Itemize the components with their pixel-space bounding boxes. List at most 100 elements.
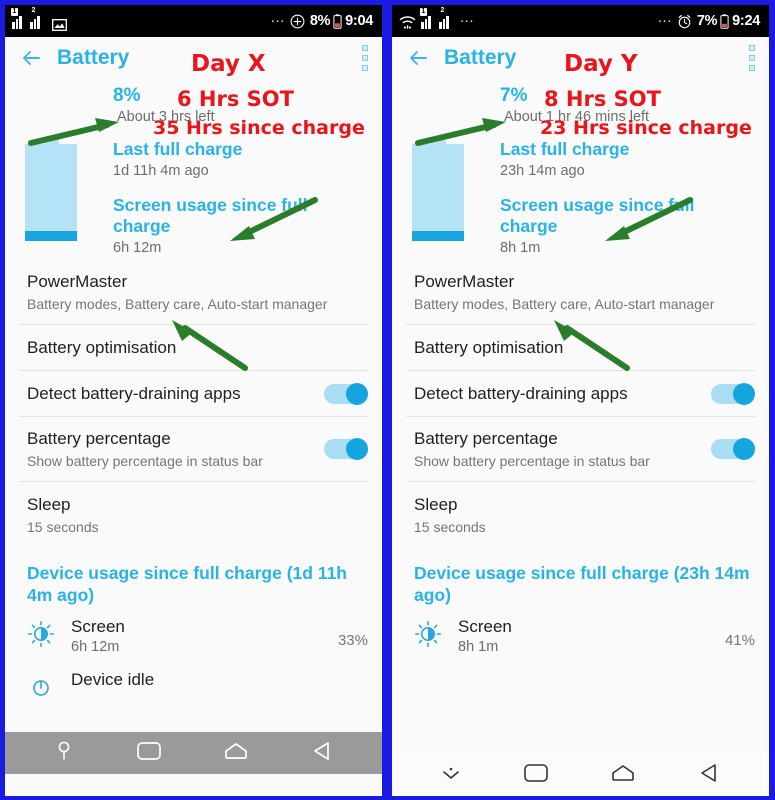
annotation-day: Day X (191, 51, 266, 77)
screen-usage-value: 8h 1m (500, 240, 541, 256)
toggle-detect-battery-draining-apps[interactable] (711, 382, 755, 405)
annotation-since-charge: 23 Hrs since charge (540, 117, 752, 139)
last-full-charge-value: 23h 14m ago (500, 163, 585, 179)
more-dots-icon: ... (460, 9, 475, 26)
usage-name: Screen (71, 617, 125, 636)
usage-time: 6h 12m (71, 639, 120, 655)
device-idle-icon (27, 669, 57, 706)
phone-panel-left: 1 2 ... 8% 9:04 Battery Day X 6 Hrs SOT … (0, 0, 387, 800)
more-dots-icon: ... (657, 9, 672, 26)
settings-row-battery-optimisation[interactable]: Battery optimisation (19, 324, 368, 370)
row-title: PowerMaster (27, 272, 128, 291)
page-title: Battery (57, 46, 130, 69)
settings-row-sleep[interactable]: Sleep 15 seconds (406, 481, 755, 546)
back-icon[interactable] (310, 740, 334, 767)
more-dots-icon: ... (270, 9, 285, 26)
overflow-menu-icon[interactable] (749, 45, 755, 71)
usage-item-device-idle[interactable]: Device idle (5, 659, 382, 710)
row-subtitle: 15 seconds (414, 519, 486, 535)
settings-list: PowerMaster Battery modes, Battery care,… (392, 260, 769, 546)
recents-icon[interactable] (523, 763, 549, 788)
annotation-sot: 6 Hrs SOT (177, 87, 294, 111)
sim1-signal-icon: 1 (11, 8, 25, 29)
annotation-since-charge: 35 Hrs since charge (153, 117, 365, 139)
settings-row-sleep[interactable]: Sleep 15 seconds (19, 481, 368, 546)
screen-usage-value: 6h 12m (113, 240, 162, 256)
overflow-menu-icon[interactable] (362, 45, 368, 71)
row-title: Battery optimisation (414, 337, 564, 357)
usage-item-screen[interactable]: Screen 8h 1m 41% (392, 612, 769, 659)
charge-summary-block: Last full charge 1d 11h 4m ago Screen us… (5, 125, 382, 260)
status-battery-percent: 7% (696, 13, 718, 29)
row-title: Detect battery-draining apps (414, 383, 628, 403)
row-subtitle: 15 seconds (27, 519, 99, 535)
usage-percent: 33% (337, 632, 368, 649)
screen-usage-label[interactable]: Screen usage since full charge (500, 195, 755, 237)
battery-level-icon (412, 137, 464, 241)
row-title: PowerMaster (414, 272, 515, 291)
status-bar: 1 2 ... 8% 9:04 (5, 5, 382, 37)
row-subtitle: Show battery percentage in status bar (414, 453, 650, 469)
last-full-charge-value: 1d 11h 4m ago (113, 163, 209, 179)
settings-row-battery-optimisation[interactable]: Battery optimisation (406, 324, 755, 370)
row-title: Battery percentage (27, 429, 171, 448)
row-title: Sleep (414, 495, 458, 514)
battery-percent-value: 8% (113, 85, 141, 106)
row-subtitle: Battery modes, Battery care, Auto-start … (27, 296, 328, 312)
battery-icon (333, 13, 342, 29)
sim1-signal-icon: 1 (420, 8, 434, 29)
settings-row-powermaster[interactable]: PowerMaster Battery modes, Battery care,… (406, 260, 755, 324)
last-full-charge-label[interactable]: Last full charge (113, 139, 368, 160)
row-title: Battery optimisation (27, 337, 177, 357)
status-clock: 9:24 (732, 13, 760, 29)
usage-percent: 41% (724, 632, 755, 649)
usage-name: Screen (458, 617, 512, 636)
last-full-charge-label[interactable]: Last full charge (500, 139, 755, 160)
settings-row-battery-percentage[interactable]: Battery percentage Show battery percenta… (19, 416, 368, 481)
back-arrow-icon[interactable] (406, 45, 432, 71)
navigation-bar (392, 754, 769, 796)
home-icon[interactable] (223, 741, 249, 766)
location-pin-icon[interactable] (53, 739, 75, 768)
settings-row-detect-battery-draining-apps[interactable]: Detect battery-draining apps (19, 370, 368, 416)
back-arrow-icon[interactable] (19, 45, 45, 71)
add-circle-icon (290, 14, 305, 29)
battery-level-icon (25, 137, 77, 241)
alarm-clock-icon (677, 14, 692, 29)
battery-percent-value: 7% (500, 85, 528, 106)
status-battery-percent: 8% (309, 13, 331, 29)
settings-list: PowerMaster Battery modes, Battery care,… (5, 260, 382, 546)
device-usage-heading: Device usage since full charge (23h 14m … (414, 563, 750, 605)
sim2-signal-icon: 2 (30, 7, 43, 29)
toggle-battery-percentage[interactable] (324, 438, 368, 460)
settings-row-battery-percentage[interactable]: Battery percentage Show battery percenta… (406, 416, 755, 481)
settings-row-powermaster[interactable]: PowerMaster Battery modes, Battery care,… (19, 260, 368, 324)
battery-icon (720, 13, 729, 29)
comparison-stage: 1 2 ... 8% 9:04 Battery Day X 6 Hrs SOT … (0, 0, 775, 800)
brightness-icon (414, 616, 444, 653)
recents-icon[interactable] (136, 741, 162, 766)
status-bar: 1 2 ... ... 7% 9:24 (392, 5, 769, 37)
row-title: Sleep (27, 495, 71, 514)
screenshot-icon (52, 18, 67, 31)
phone-panel-right: 1 2 ... ... 7% 9:24 Battery Day Y 8 Hrs … (387, 0, 774, 800)
toggle-battery-percentage[interactable] (711, 438, 755, 460)
page-title: Battery (444, 46, 517, 69)
navigation-bar (5, 732, 382, 774)
usage-item-screen[interactable]: Screen 6h 12m 33% (5, 612, 382, 659)
row-subtitle: Battery modes, Battery care, Auto-start … (414, 296, 715, 312)
sim2-signal-icon: 2 (439, 7, 452, 29)
annotation-sot: 8 Hrs SOT (544, 87, 661, 111)
back-icon[interactable] (697, 762, 721, 789)
toggle-detect-battery-draining-apps[interactable] (324, 382, 368, 405)
status-clock: 9:04 (345, 13, 373, 29)
home-icon[interactable] (610, 763, 636, 788)
settings-row-detect-battery-draining-apps[interactable]: Detect battery-draining apps (406, 370, 755, 416)
row-title: Detect battery-draining apps (27, 383, 241, 403)
row-subtitle: Show battery percentage in status bar (27, 453, 263, 469)
row-title: Battery percentage (414, 429, 558, 448)
screen-usage-label[interactable]: Screen usage since full charge (113, 195, 368, 237)
annotation-day: Day Y (564, 51, 638, 77)
device-usage-heading: Device usage since full charge (1d 11h 4… (27, 563, 347, 605)
collapse-icon[interactable] (440, 763, 462, 788)
